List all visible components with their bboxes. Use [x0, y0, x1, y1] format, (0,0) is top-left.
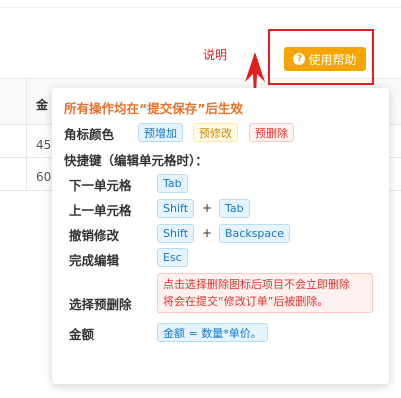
- pre-delete-label: 选择预删除: [69, 297, 132, 312]
- help-button[interactable]: ? 使用帮助: [284, 47, 366, 71]
- shortcuts-heading: 快捷键（编辑单元格时）：: [64, 153, 208, 168]
- table-cell: 45: [36, 138, 52, 152]
- shortcut-label: 下一单元格: [69, 178, 132, 193]
- table-cell: 60: [36, 170, 52, 184]
- plus-sign: +: [202, 201, 213, 215]
- tag-colors-label: 角标颜色: [64, 127, 115, 142]
- top-divider: [0, 7, 401, 8]
- tag-pre-modify: 预修改: [193, 123, 238, 142]
- annotation-label: 说明: [203, 48, 228, 62]
- plus-sign: +: [202, 226, 213, 240]
- help-popover: 所有操作均在“提交保存”后生效 角标颜色 预增加 预修改 预删除 快捷键（编辑单…: [52, 88, 389, 384]
- note-line: 点击选择删除图标后项目不会立即删除: [163, 278, 350, 291]
- help-button-label: 使用帮助: [308, 52, 357, 67]
- pre-delete-note: 点击选择删除图标后项目不会立即删除 将会在提交“修改订单”后被删除。: [157, 273, 373, 313]
- key-esc: Esc: [157, 248, 188, 267]
- popover-title: 所有操作均在“提交保存”后生效: [64, 101, 243, 116]
- key-shift: Shift: [157, 199, 195, 218]
- tag-pre-delete: 预删除: [249, 123, 294, 142]
- key-tab: Tab: [219, 199, 250, 218]
- key-tab: Tab: [157, 174, 188, 193]
- table-column-header: 金: [36, 98, 49, 112]
- shortcut-label: 上一单元格: [69, 203, 132, 218]
- key-backspace: Backspace: [219, 224, 290, 243]
- tag-pre-add: 预增加: [138, 123, 183, 142]
- table-column-divider: [26, 78, 27, 190]
- question-circle-icon: ?: [293, 53, 306, 65]
- shortcut-label: 完成编辑: [69, 253, 120, 268]
- key-shift: Shift: [157, 224, 195, 243]
- amount-formula: 金额 = 数量*单价。: [157, 323, 268, 342]
- note-line: 将会在提交“修改订单”后被删除。: [163, 295, 329, 308]
- shortcut-label: 撤销修改: [69, 228, 120, 243]
- amount-label: 金额: [69, 327, 95, 342]
